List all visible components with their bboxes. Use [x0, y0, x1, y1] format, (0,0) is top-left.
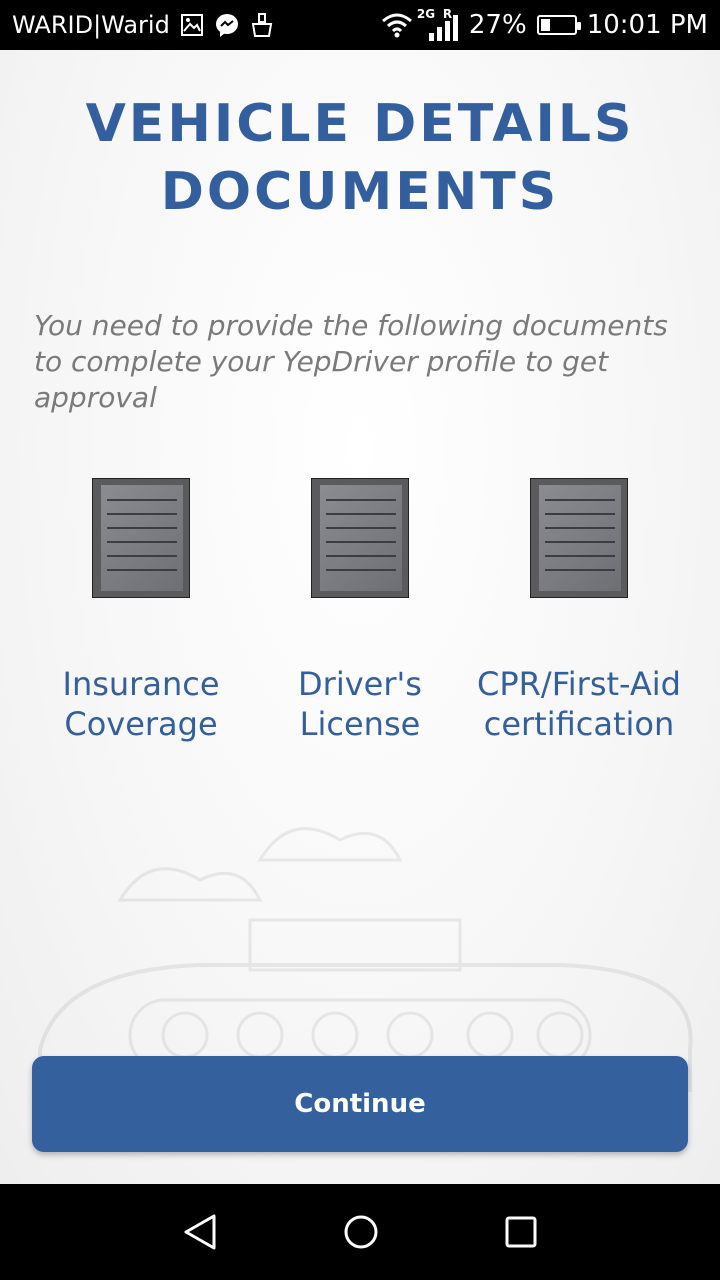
text-line — [107, 513, 177, 515]
text-line — [545, 499, 615, 501]
text-line — [107, 541, 177, 543]
document-label[interactable]: Driver's License — [251, 664, 469, 744]
text-line — [545, 569, 615, 571]
text-line — [326, 541, 396, 543]
document-label-line2: Coverage — [64, 705, 218, 743]
document-label-line2: certification — [483, 705, 675, 743]
document-label-line1: CPR/First-Aid — [477, 665, 681, 703]
document-thumbnail[interactable] — [530, 478, 628, 598]
text-line — [326, 569, 396, 571]
navigation-bar — [0, 1184, 720, 1280]
page-description: You need to provide the following docume… — [34, 309, 668, 414]
gallery-icon — [180, 13, 204, 37]
document-cpr-certification[interactable]: CPR/First-Aid certification — [470, 478, 688, 744]
document-insurance[interactable]: Insurance Coverage — [32, 478, 250, 744]
battery-percent: 27% — [468, 10, 527, 40]
text-line — [545, 541, 615, 543]
page-title-line2: DOCUMENTS — [160, 162, 560, 222]
text-line — [545, 513, 615, 515]
document-list: Insurance Coverage Driver's License CPR/… — [0, 478, 720, 798]
roaming-indicator: R — [442, 7, 453, 21]
text-line — [326, 513, 396, 515]
carrier-name: WARID|Warid — [12, 11, 170, 39]
back-button[interactable] — [180, 1212, 220, 1252]
document-label-line1: Driver's — [298, 665, 422, 703]
recents-button[interactable] — [501, 1212, 541, 1252]
document-label-line1: Insurance — [62, 665, 220, 703]
status-bar-left: WARID|Warid — [12, 0, 274, 50]
status-bar-right: 2G R 27% 10:01 PM — [381, 0, 708, 50]
document-thumbnail[interactable] — [92, 478, 190, 598]
document-label-line2: License — [299, 705, 421, 743]
text-line — [326, 499, 396, 501]
status-bar: WARID|Warid 2G R 27% 10:01 PM — [0, 0, 720, 50]
text-line — [107, 527, 177, 529]
home-button[interactable] — [341, 1212, 381, 1252]
text-line — [326, 527, 396, 529]
text-line — [326, 555, 396, 557]
clock: 10:01 PM — [586, 10, 708, 40]
text-line — [107, 555, 177, 557]
document-thumbnail[interactable] — [311, 478, 409, 598]
text-line — [107, 499, 177, 501]
messenger-icon — [214, 12, 240, 38]
home-icon — [344, 1215, 378, 1249]
page-title-line1: VEHICLE DETAILS — [85, 94, 635, 154]
battery-fill — [540, 19, 550, 31]
network-type: 2G — [416, 7, 436, 21]
text-line — [545, 527, 615, 529]
signal-icon: 2G R — [417, 5, 459, 45]
document-drivers-license[interactable]: Driver's License — [251, 478, 469, 744]
recents-icon — [505, 1216, 537, 1248]
back-icon — [184, 1214, 216, 1250]
continue-button[interactable]: Continue — [32, 1056, 688, 1152]
wifi-icon — [381, 12, 413, 38]
cleaner-icon — [250, 12, 274, 38]
document-label[interactable]: CPR/First-Aid certification — [470, 664, 688, 744]
battery-icon — [536, 15, 581, 35]
text-line — [107, 569, 177, 571]
document-label[interactable]: Insurance Coverage — [32, 664, 250, 744]
page-title: VEHICLE DETAILS DOCUMENTS — [0, 90, 720, 226]
text-line — [545, 555, 615, 557]
main-content: VEHICLE DETAILS DOCUMENTS You need to pr… — [0, 50, 720, 1184]
